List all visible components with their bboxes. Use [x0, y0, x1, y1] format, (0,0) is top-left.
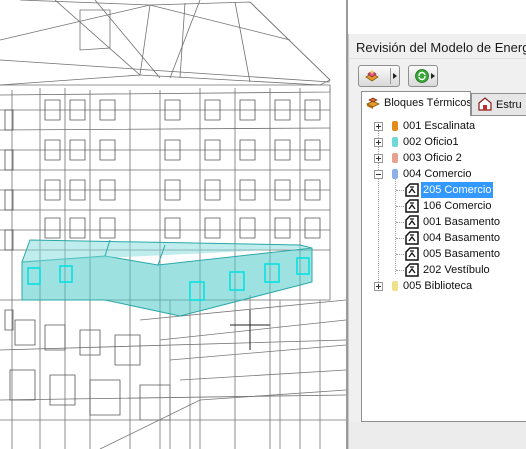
refresh-green-icon [414, 68, 430, 88]
expand-plus-icon[interactable] [374, 154, 383, 163]
structures-icon [478, 97, 492, 114]
tree-node-004-comercio[interactable]: 004 Comercio [362, 166, 526, 182]
title-divider [349, 58, 526, 59]
tree-zone-001-basamento[interactable]: 001 Basamento [362, 214, 526, 230]
palette-title: Revisión del Modelo de Energét [356, 40, 526, 55]
tree-zone-004-basamento[interactable]: 004 Basamento [362, 230, 526, 246]
thermal-block-highlight[interactable] [21, 239, 313, 317]
tree-zone-label: 106 Comercio [423, 200, 492, 212]
energy-model-review-palette: Revisión del Modelo de Energét Bloques T… [348, 34, 526, 449]
thermal-blocks-icon [366, 95, 381, 113]
tree-zone-label-selected: 205 Comercio [421, 182, 494, 198]
palette-footer [349, 422, 526, 449]
tab-bloques-termicos[interactable]: Bloques Térmicos [361, 91, 471, 116]
color-swatch-icon [392, 281, 398, 291]
tree-node-005-biblioteca[interactable]: 005 Biblioteca [362, 278, 526, 294]
tree-guide-line [396, 190, 404, 192]
tree-guide-line [396, 206, 404, 208]
tree-guide-line [396, 270, 404, 272]
tree-zone-005-basamento[interactable]: 005 Basamento [362, 246, 526, 262]
tree-zone-106-comercio[interactable]: 106 Comercio [362, 198, 526, 214]
energy-model-button[interactable] [358, 65, 400, 87]
tree-zone-205-comercio[interactable]: 205 Comercio [362, 182, 526, 198]
tree-guide-line [396, 238, 404, 240]
tree-node-label: 004 Comercio [403, 168, 472, 180]
color-swatch-icon [392, 153, 398, 163]
expand-plus-icon[interactable] [374, 282, 383, 291]
tree-node-003-oficio-2[interactable]: 003 Oficio 2 [362, 150, 526, 166]
thermal-blocks-tree[interactable]: 001 Escalinata 002 Oficio1 003 Oficio 2 … [361, 115, 526, 422]
building-wireframe [0, 0, 346, 449]
color-swatch-icon [392, 137, 398, 147]
color-swatch-icon [392, 121, 398, 131]
tree-zone-202-vestibulo[interactable]: 202 Vestíbulo [362, 262, 526, 278]
tab-estructuras[interactable]: Estru [471, 93, 526, 115]
color-swatch-icon [392, 169, 398, 179]
tree-node-label: 001 Escalinata [403, 120, 476, 132]
dropdown-arrow-icon[interactable] [393, 73, 397, 79]
tree-guide-line [396, 222, 404, 224]
collapse-minus-icon[interactable] [374, 170, 383, 179]
tree-node-002-oficio1[interactable]: 002 Oficio1 [362, 134, 526, 150]
button-split-divider [390, 68, 391, 84]
tree-zone-label: 001 Basamento [423, 216, 501, 228]
tree-node-label: 003 Oficio 2 [403, 152, 462, 164]
expand-plus-icon[interactable] [374, 138, 383, 147]
tree-zone-label: 005 Basamento [423, 248, 501, 260]
energy-model-icon [364, 68, 380, 88]
tree-zone-label: 004 Basamento [423, 232, 501, 244]
tree-guide-line [396, 254, 404, 256]
tree-node-label: 002 Oficio1 [403, 136, 459, 148]
tab-label: Bloques Térmicos [384, 97, 471, 109]
3d-viewport[interactable] [0, 0, 346, 449]
tree-zone-label: 202 Vestíbulo [423, 264, 490, 276]
tab-label: Estru [496, 99, 522, 111]
tree-node-label: 005 Biblioteca [403, 280, 473, 292]
dropdown-arrow-icon[interactable] [431, 73, 435, 79]
refresh-model-button[interactable] [408, 65, 438, 87]
expand-plus-icon[interactable] [374, 122, 383, 131]
tree-node-001-escalinata[interactable]: 001 Escalinata [362, 118, 526, 134]
